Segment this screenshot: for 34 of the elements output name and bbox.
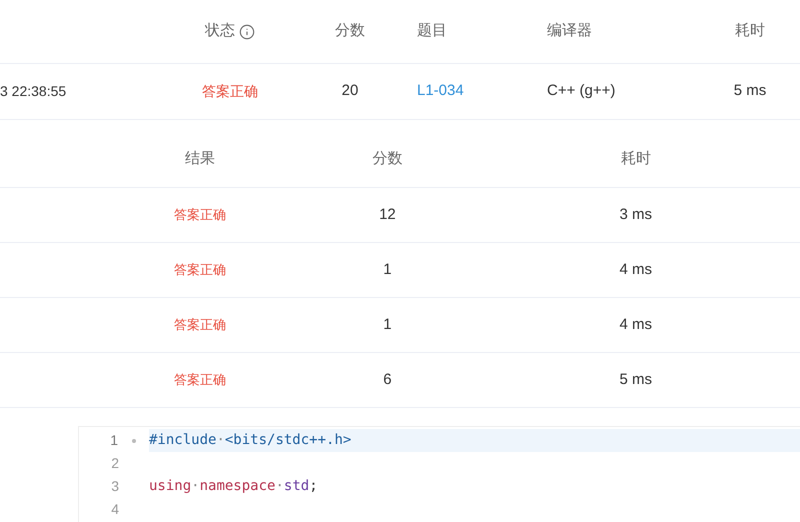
column-header: 编译器 bbox=[547, 21, 592, 42]
column-header: 结果 bbox=[185, 149, 215, 170]
result-text: 答案正确 bbox=[174, 206, 226, 224]
line-number: 3 bbox=[110, 477, 119, 496]
score-text: 12 bbox=[379, 204, 396, 225]
code-line: using·namespace·std; bbox=[149, 477, 318, 496]
score-text: 1 bbox=[383, 314, 392, 335]
line-number: 4 bbox=[110, 500, 119, 519]
duration-text: 4 ms bbox=[619, 260, 652, 280]
duration-text: 4 ms bbox=[619, 314, 652, 335]
result-text: 答案正确 bbox=[174, 261, 226, 280]
duration-text: 5 ms bbox=[734, 81, 766, 102]
column-header: 分数 bbox=[372, 149, 402, 170]
result-text: 答案正确 bbox=[174, 371, 226, 390]
line-number: 1 bbox=[109, 431, 119, 450]
line-number: 2 bbox=[110, 454, 119, 473]
duration-text: 5 ms bbox=[619, 370, 652, 390]
status-text: 答案正确 bbox=[202, 82, 258, 101]
problem-link[interactable]: L1-034 bbox=[417, 82, 464, 100]
code-line: #include·<bits/stdc++.h> bbox=[149, 431, 352, 450]
column-header: 状态 bbox=[205, 21, 235, 42]
score-text: 6 bbox=[383, 370, 392, 390]
column-header: 题目 bbox=[417, 21, 447, 42]
column-header: 耗时 bbox=[620, 149, 651, 170]
submission-time: 3 22:38:55 bbox=[0, 83, 66, 99]
result-text: 答案正确 bbox=[174, 316, 226, 334]
fold-marker-icon[interactable] bbox=[132, 438, 136, 442]
compiler-text: C++ (g++) bbox=[547, 82, 616, 100]
info-icon[interactable] bbox=[239, 24, 255, 40]
score-text: 1 bbox=[383, 260, 392, 280]
column-header: 耗时 bbox=[735, 21, 765, 42]
duration-text: 3 ms bbox=[619, 204, 652, 225]
column-header: 分数 bbox=[335, 21, 365, 42]
score-text: 20 bbox=[342, 81, 358, 102]
